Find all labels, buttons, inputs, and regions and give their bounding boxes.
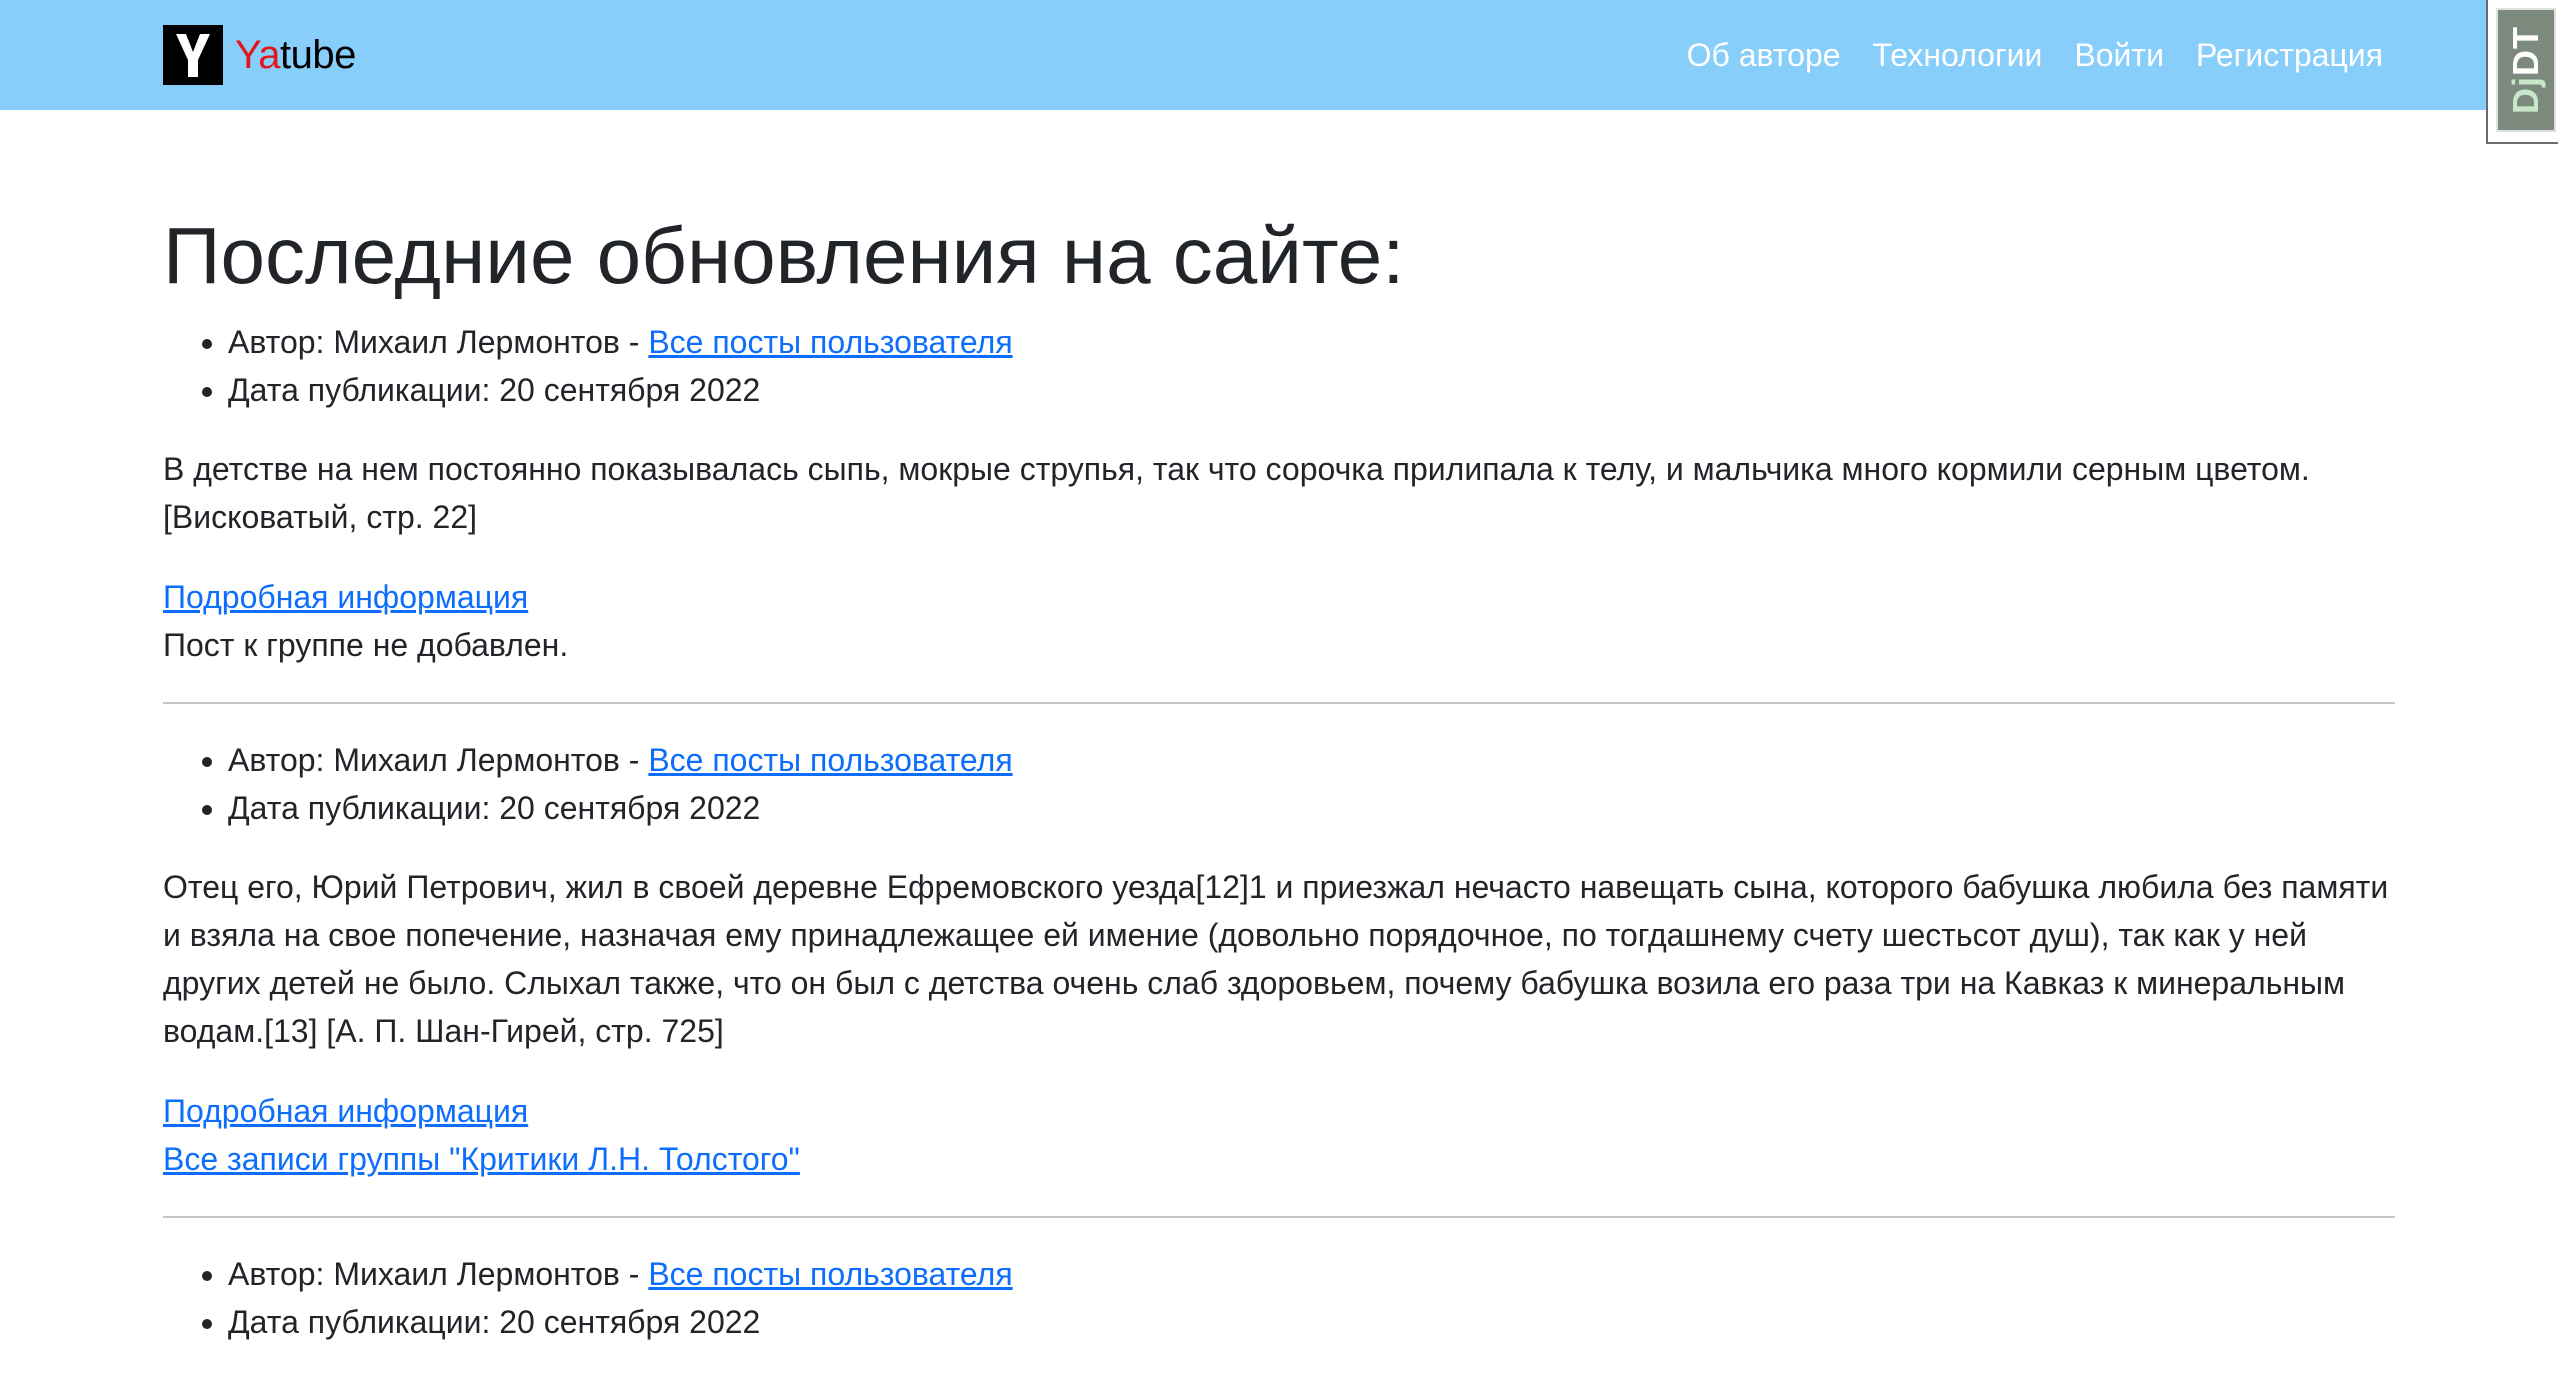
nav-link-login[interactable]: Войти bbox=[2074, 37, 2164, 74]
nav-link-technologies[interactable]: Технологии bbox=[1873, 37, 2043, 74]
brand-link[interactable]: Yatube bbox=[163, 25, 356, 85]
post-group-status: Пост к группе не добавлен. bbox=[163, 627, 569, 663]
post-author-text: Автор: Михаил Лермонтов - bbox=[228, 1256, 649, 1292]
post-divider bbox=[163, 1216, 2395, 1218]
author-posts-link[interactable]: Все посты пользователя bbox=[648, 742, 1012, 778]
author-posts-link[interactable]: Все посты пользователя bbox=[648, 1256, 1012, 1292]
post-author-text: Автор: Михаил Лермонтов - bbox=[228, 324, 649, 360]
post-meta: Автор: Михаил Лермонтов - Все посты поль… bbox=[163, 736, 2395, 832]
brand-name-tube: tube bbox=[279, 32, 356, 77]
post-date: Дата публикации: 20 сентября 2022 bbox=[228, 1298, 2395, 1346]
post-author: Автор: Михаил Лермонтов - Все посты поль… bbox=[228, 1250, 2395, 1298]
debug-toolbar-button[interactable]: DjDT bbox=[2496, 8, 2556, 132]
post-date: Дата публикации: 20 сентября 2022 bbox=[228, 784, 2395, 832]
post-card: Автор: Михаил Лермонтов - Все посты поль… bbox=[163, 1250, 2395, 1346]
debug-toolbar-label-dt: DT bbox=[2505, 26, 2546, 76]
post-text: В детстве на нем постоянно показывалась … bbox=[163, 451, 2310, 535]
author-posts-link[interactable]: Все посты пользователя bbox=[648, 324, 1012, 360]
post-footer: Подробная информация Пост к группе не до… bbox=[163, 573, 2395, 669]
brand-name-ya: Ya bbox=[235, 32, 280, 77]
post-meta: Автор: Михаил Лермонтов - Все посты поль… bbox=[163, 318, 2395, 414]
brand-name: Yatube bbox=[235, 33, 356, 78]
post-text: Отец его, Юрий Петрович, жил в своей дер… bbox=[163, 869, 2389, 1049]
post-author: Автор: Михаил Лермонтов - Все посты поль… bbox=[228, 318, 2395, 366]
post-divider bbox=[163, 702, 2395, 704]
post-footer: Подробная информация Все записи группы "… bbox=[163, 1087, 2395, 1183]
group-posts-link[interactable]: Все записи группы "Критики Л.Н. Толстого… bbox=[163, 1135, 2395, 1183]
post-date: Дата публикации: 20 сентября 2022 bbox=[228, 366, 2395, 414]
post-author-text: Автор: Михаил Лермонтов - bbox=[228, 742, 649, 778]
page-title: Последние обновления на сайте: bbox=[163, 211, 1405, 300]
post-author: Автор: Михаил Лермонтов - Все посты поль… bbox=[228, 736, 2395, 784]
post-details-link[interactable]: Подробная информация bbox=[163, 1087, 2395, 1135]
debug-toolbar-label: DjDT bbox=[2505, 26, 2547, 114]
post-card: Автор: Михаил Лермонтов - Все посты поль… bbox=[163, 318, 2395, 669]
navbar: Yatube Об авторе Технологии Войти Регист… bbox=[0, 0, 2558, 110]
post-meta: Автор: Михаил Лермонтов - Все посты поль… bbox=[163, 1250, 2395, 1346]
nav-link-about-author[interactable]: Об авторе bbox=[1687, 37, 1841, 74]
nav-links: Об авторе Технологии Войти Регистрация bbox=[1655, 0, 2383, 110]
debug-toolbar-label-dj: Dj bbox=[2505, 76, 2546, 114]
nav-link-signup[interactable]: Регистрация bbox=[2196, 37, 2383, 74]
post-card: Автор: Михаил Лермонтов - Все посты поль… bbox=[163, 736, 2395, 1183]
yatube-logo-icon bbox=[163, 25, 223, 85]
post-details-link[interactable]: Подробная информация bbox=[163, 573, 2395, 621]
debug-toolbar-handle[interactable]: DjDT bbox=[2486, 0, 2558, 144]
